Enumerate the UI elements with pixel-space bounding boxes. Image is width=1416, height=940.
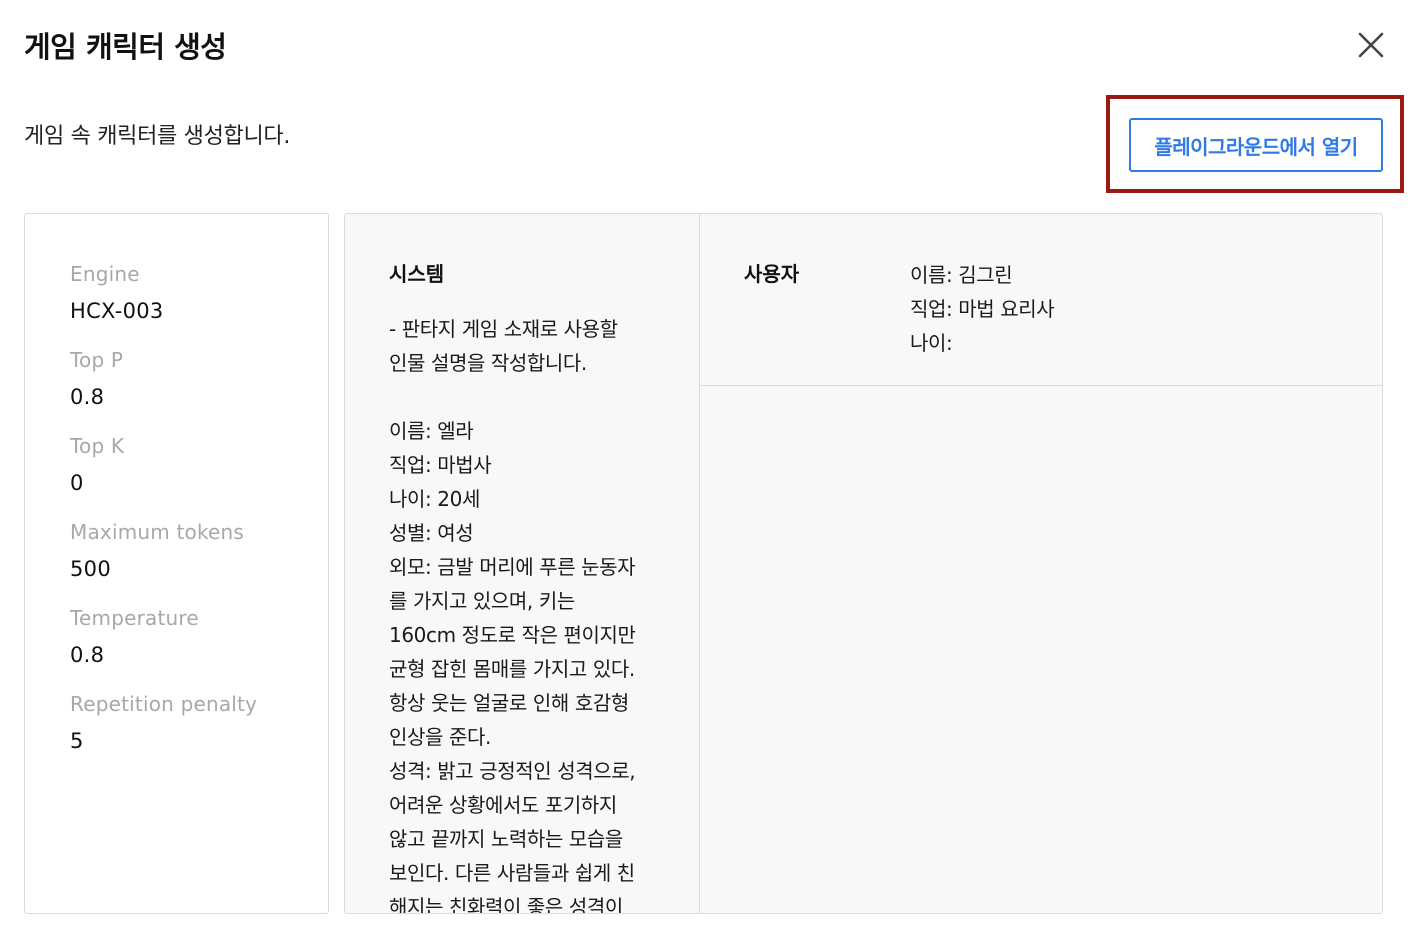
param-top-p: Top P 0.8 — [70, 346, 328, 411]
user-message-row: 사용자 이름: 김그린 직업: 마법 요리사 나이: — [700, 214, 1382, 386]
close-icon — [1358, 32, 1384, 58]
system-prompt-text: - 판타지 게임 소재로 사용할 인물 설명을 작성합니다. 이름: 엘라 직업… — [389, 317, 636, 913]
create-character-dialog: 게임 캐릭터 생성 게임 속 캐릭터를 생성합니다. 플레이그라운드에서 열기 … — [0, 0, 1416, 940]
param-label: Engine — [70, 262, 140, 286]
dialog-title: 게임 캐릭터 생성 — [24, 30, 227, 64]
param-label: Temperature — [70, 606, 199, 630]
param-maximum-tokens: Maximum tokens 500 — [70, 518, 328, 583]
param-value: 0 — [70, 471, 84, 495]
close-button[interactable] — [1352, 26, 1390, 64]
user-heading: 사용자 — [744, 262, 800, 286]
param-temperature: Temperature 0.8 — [70, 604, 328, 669]
param-label: Repetition penalty — [70, 692, 258, 716]
param-engine: Engine HCX-003 — [70, 260, 328, 325]
param-value: HCX-003 — [70, 299, 164, 323]
prompt-panel: 시스템 - 판타지 게임 소재로 사용할 인물 설명을 작성합니다. 이름: 엘… — [344, 213, 1383, 914]
parameters-panel: Engine HCX-003 Top P 0.8 Top K 0 Maximum… — [24, 213, 329, 914]
param-label: Top K — [70, 434, 125, 458]
param-value: 0.8 — [70, 385, 105, 409]
user-message-text: 이름: 김그린 직업: 마법 요리사 나이: — [910, 263, 1055, 355]
param-label: Top P — [70, 348, 124, 372]
open-in-playground-button[interactable]: 플레이그라운드에서 열기 — [1129, 118, 1383, 172]
param-label: Maximum tokens — [70, 520, 245, 544]
system-prompt-section[interactable]: 시스템 - 판타지 게임 소재로 사용할 인물 설명을 작성합니다. 이름: 엘… — [345, 214, 700, 913]
param-top-k: Top K 0 — [70, 432, 328, 497]
param-value: 0.8 — [70, 643, 105, 667]
system-heading: 시스템 — [389, 262, 445, 286]
param-value: 5 — [70, 729, 84, 753]
param-value: 500 — [70, 557, 111, 581]
dialog-description: 게임 속 캐릭터를 생성합니다. — [24, 124, 291, 149]
param-repetition-penalty: Repetition penalty 5 — [70, 690, 328, 755]
